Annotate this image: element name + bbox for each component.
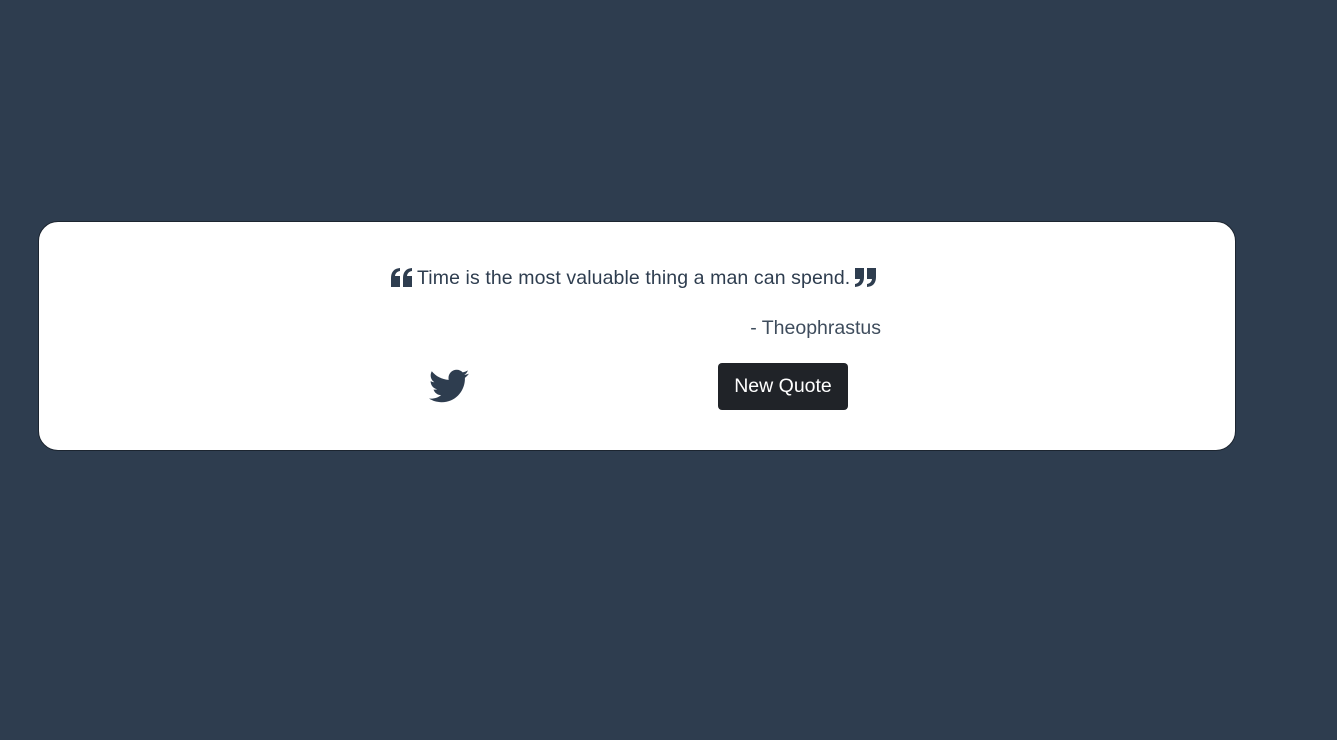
quote-author: - Theophrastus	[750, 317, 881, 339]
quote-right-icon	[855, 267, 877, 289]
tweet-quote-link[interactable]	[427, 367, 471, 405]
quote-text: Time is the most valuable thing a man ca…	[417, 266, 851, 289]
twitter-icon	[429, 369, 469, 403]
quote-box: Time is the most valuable thing a man ca…	[38, 221, 1236, 451]
new-quote-button[interactable]: New Quote	[718, 363, 848, 410]
quote-line: Time is the most valuable thing a man ca…	[391, 265, 877, 291]
quote-left-icon	[391, 267, 413, 289]
